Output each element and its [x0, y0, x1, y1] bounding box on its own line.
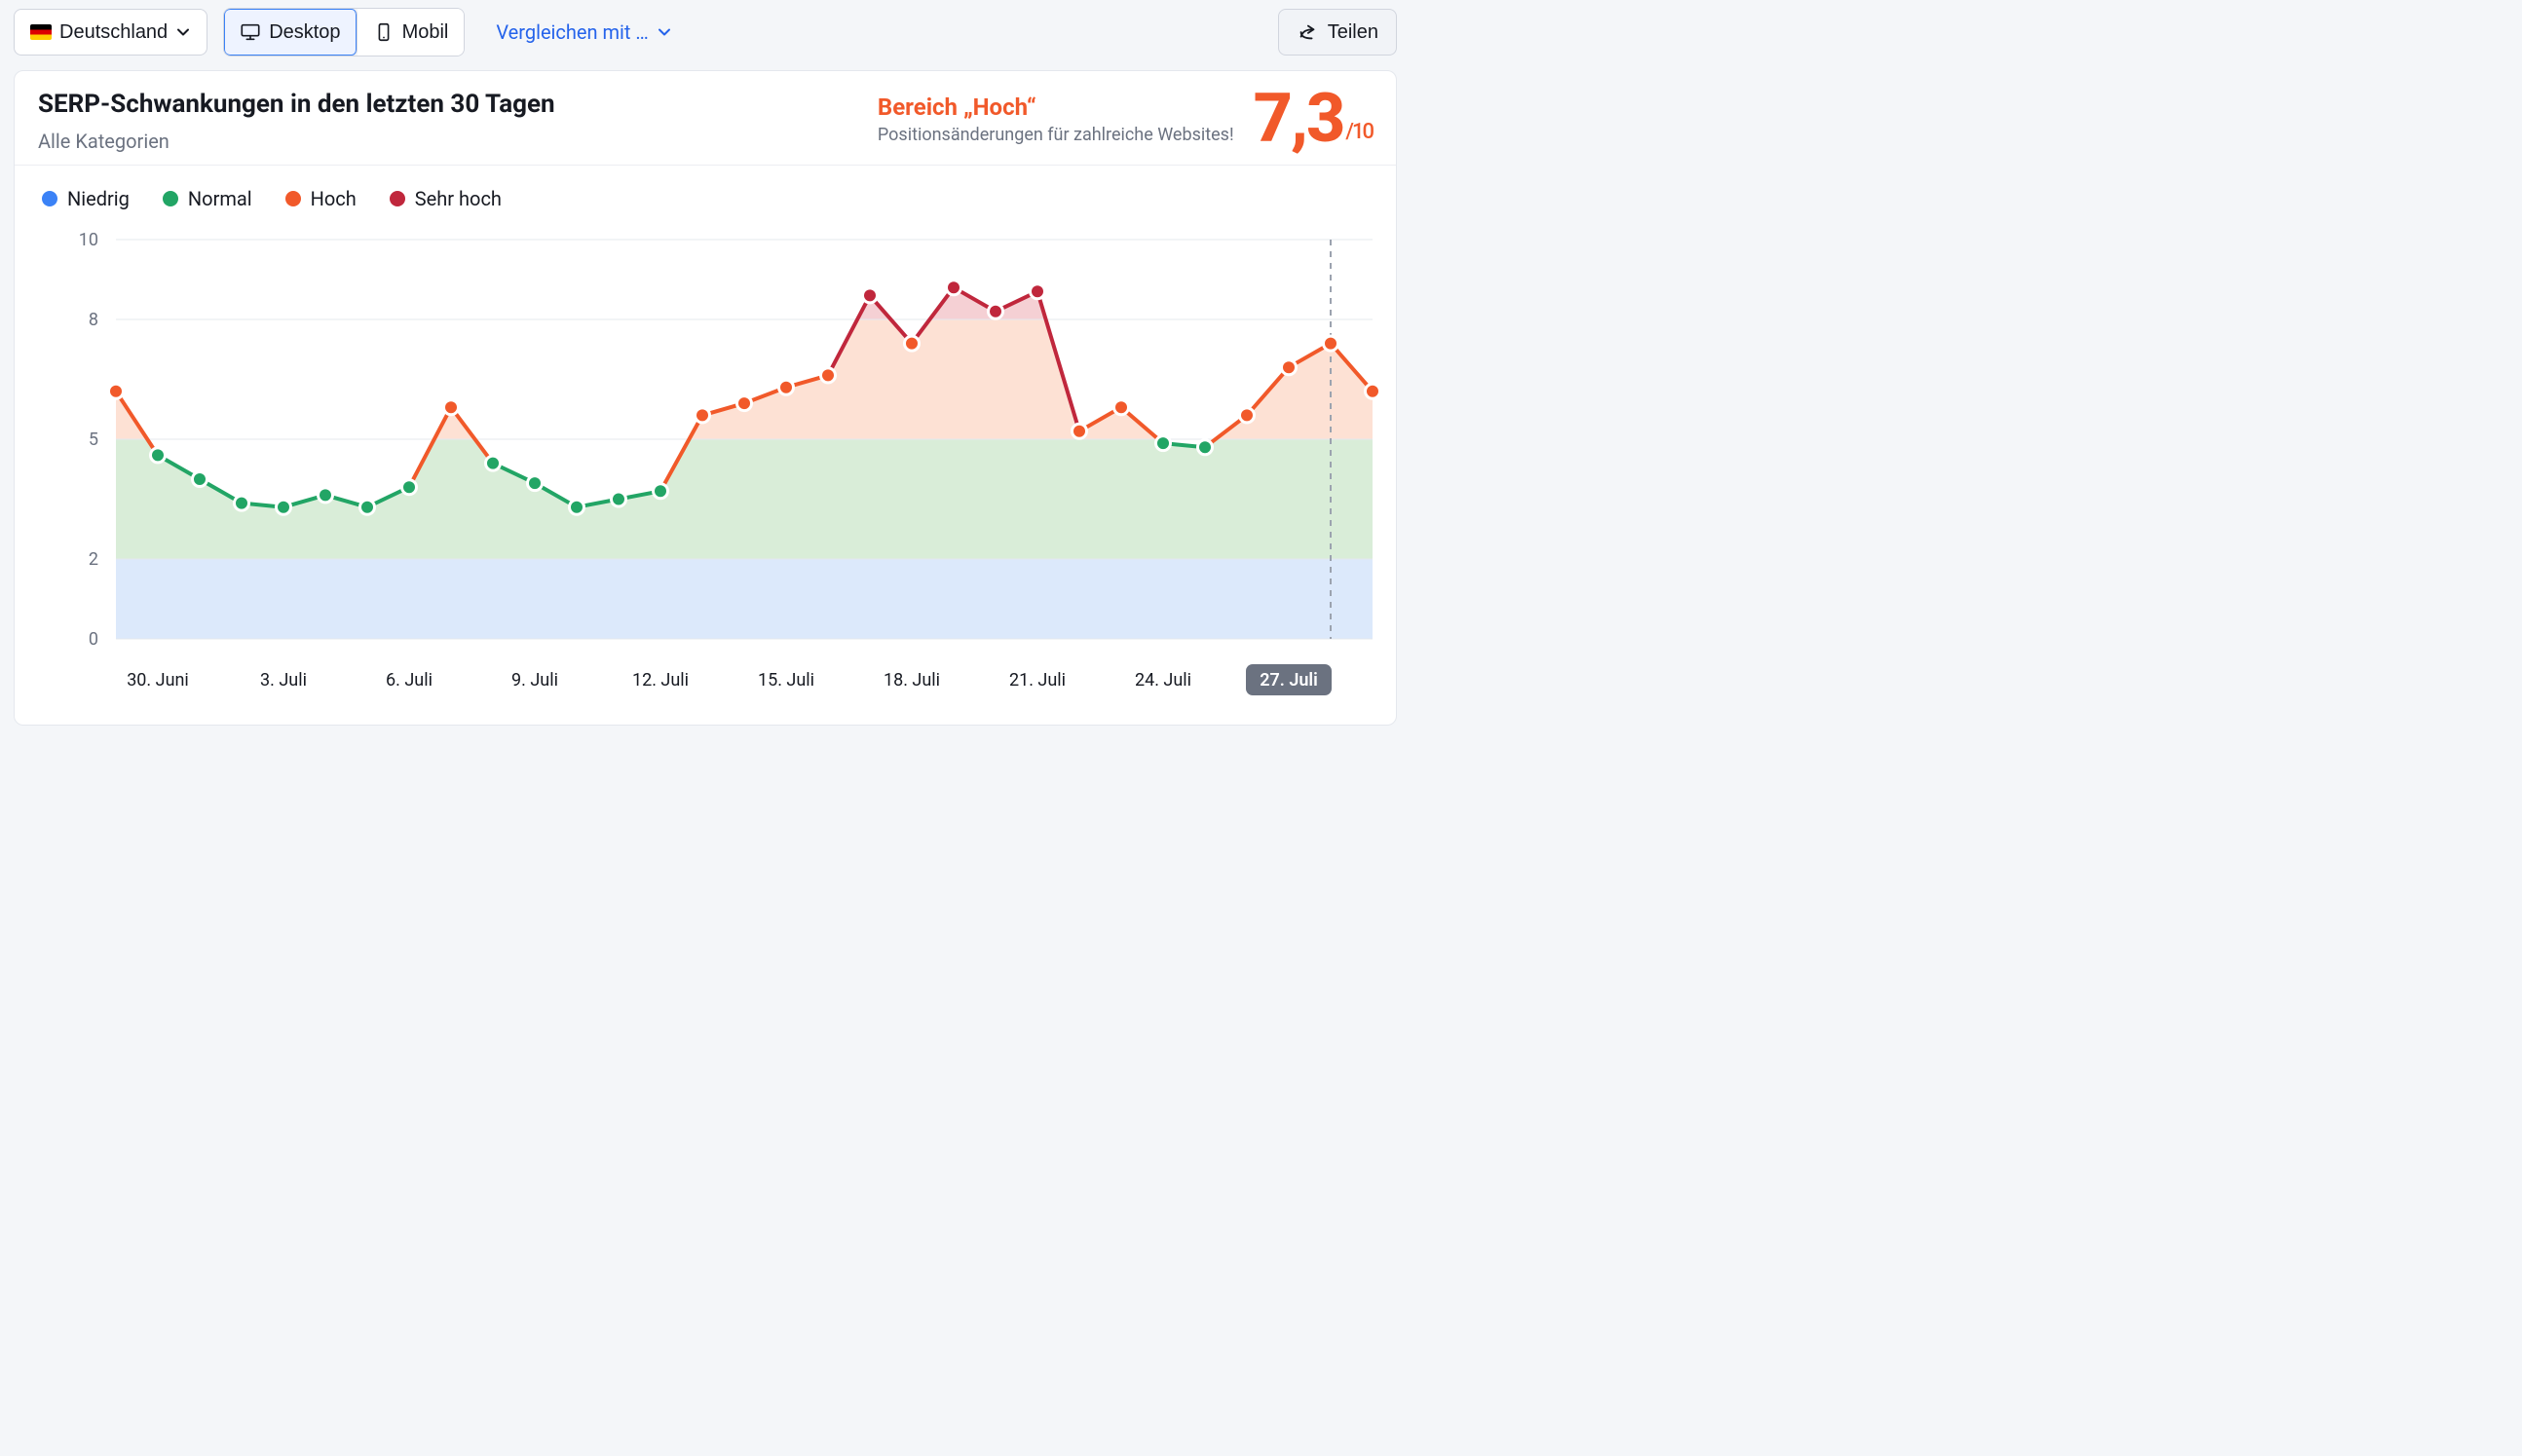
- svg-text:27. Juli: 27. Juli: [1260, 670, 1318, 691]
- svg-text:15. Juli: 15. Juli: [758, 670, 814, 691]
- chevron-down-icon: [175, 24, 191, 40]
- serp-fluctuation-panel: SERP-Schwankungen in den letzten 30 Tage…: [14, 70, 1397, 726]
- share-arrow-icon: [1297, 21, 1318, 43]
- svg-text:10: 10: [79, 230, 98, 250]
- legend-item-veryhigh[interactable]: Sehr hoch: [390, 187, 502, 210]
- legend-dot-icon: [42, 191, 57, 206]
- legend-dot-icon: [163, 191, 178, 206]
- svg-text:18. Juli: 18. Juli: [884, 670, 940, 691]
- range-description: Positionsänderungen für zahlreiche Websi…: [878, 125, 1234, 145]
- svg-text:0: 0: [89, 629, 98, 650]
- chevron-down-icon: [657, 24, 672, 40]
- legend-item-normal[interactable]: Normal: [163, 187, 252, 210]
- svg-text:6. Juli: 6. Juli: [386, 670, 433, 691]
- svg-text:21. Juli: 21. Juli: [1009, 670, 1066, 691]
- country-label: Deutschland: [59, 21, 168, 44]
- country-select[interactable]: Deutschland: [14, 9, 207, 56]
- svg-text:2: 2: [89, 549, 98, 570]
- chart[interactable]: 0 2 5 8 10 30. Juni 3. Juli 6. Juli 9. Juli 12. J…: [15, 226, 1396, 725]
- desktop-icon: [240, 21, 261, 43]
- mobile-icon: [373, 21, 395, 43]
- svg-text:8: 8: [89, 310, 98, 330]
- legend-dot-icon: [390, 191, 405, 206]
- panel-header: SERP-Schwankungen in den letzten 30 Tage…: [15, 71, 1396, 166]
- legend-item-high[interactable]: Hoch: [285, 187, 357, 210]
- legend-item-low[interactable]: Niedrig: [42, 187, 130, 210]
- share-button[interactable]: Teilen: [1278, 9, 1397, 56]
- svg-text:30. Juni: 30. Juni: [127, 670, 189, 691]
- panel-title: SERP-Schwankungen in den letzten 30 Tage…: [38, 89, 555, 122]
- device-mobile-button[interactable]: Mobil: [358, 9, 465, 56]
- score-value: 7,3 /10: [1254, 89, 1373, 150]
- svg-text:24. Juli: 24. Juli: [1135, 670, 1191, 691]
- legend-dot-icon: [285, 191, 301, 206]
- compare-link[interactable]: Vergleichen mit …: [496, 20, 671, 44]
- toolbar: Deutschland Desktop Mobil Vergleichen mi…: [0, 0, 1411, 70]
- flag-germany-icon: [30, 24, 52, 40]
- device-segment: Desktop Mobil: [223, 8, 465, 56]
- svg-text:5: 5: [89, 429, 98, 450]
- panel-subtitle: Alle Kategorien: [38, 130, 555, 153]
- svg-text:12. Juli: 12. Juli: [632, 670, 689, 691]
- legend: Niedrig Normal Hoch Sehr hoch: [15, 166, 1396, 226]
- svg-text:3. Juli: 3. Juli: [260, 670, 307, 691]
- svg-text:9. Juli: 9. Juli: [511, 670, 558, 691]
- device-desktop-button[interactable]: Desktop: [224, 9, 357, 56]
- range-label: Bereich „Hoch“: [878, 93, 1234, 121]
